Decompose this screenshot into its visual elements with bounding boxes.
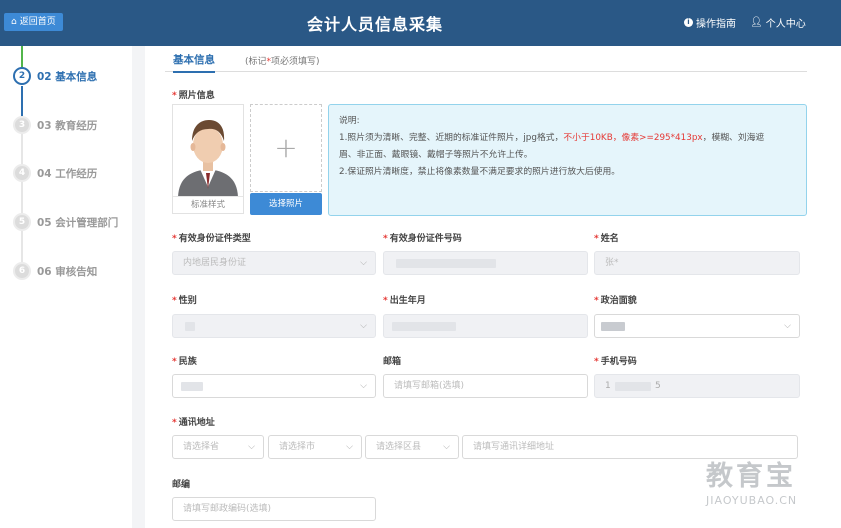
phone-label: * 手机号码 — [594, 357, 637, 367]
id-type-select[interactable]: 内地居民身份证 ⌵ — [172, 251, 376, 275]
step-label: 03 教育经历 — [37, 119, 98, 132]
birth-field[interactable] — [383, 314, 588, 338]
chevron-down-icon: ⌵ — [443, 442, 450, 452]
political-select[interactable]: ⌵ — [594, 314, 800, 338]
tab-basic-info[interactable]: 基本信息 — [173, 52, 215, 73]
address-label: * 通讯地址 — [172, 418, 215, 428]
step-accounting-dept[interactable]: 5 05 会计管理部门 — [13, 213, 118, 231]
province-select[interactable]: 请选择省 ⌵ — [172, 435, 264, 459]
site-watermark: 教育宝 JIAOYUBAO.CN — [706, 461, 798, 507]
step-number: 2 — [13, 67, 31, 85]
guide-link[interactable]: i 操作指南 — [684, 15, 736, 30]
sample-caption: 标准样式 — [173, 196, 243, 213]
info-icon: i — [684, 18, 693, 27]
id-number-label: * 有效身份证件号码 — [383, 234, 462, 244]
phone-field[interactable]: 1 5 — [594, 374, 800, 398]
step-label: 04 工作经历 — [37, 167, 98, 180]
ethnicity-select[interactable]: ⌵ — [172, 374, 376, 398]
step-connector-done — [21, 46, 23, 67]
sample-photo: 标准样式 — [172, 104, 244, 214]
political-label: * 政治面貌 — [594, 296, 637, 306]
step-number: 3 — [13, 116, 31, 134]
user-center-link[interactable]: 👤︎ 个人中心 — [750, 15, 806, 30]
ethnicity-label: * 民族 — [172, 357, 197, 367]
step-education[interactable]: 3 03 教育经历 — [13, 116, 97, 134]
chevron-down-icon: ⌵ — [360, 381, 367, 391]
step-review[interactable]: 6 06 审核告知 — [13, 262, 97, 280]
step-label: 02 基本信息 — [37, 70, 98, 83]
step-number: 5 — [13, 213, 31, 231]
chevron-down-icon: ⌵ — [360, 258, 367, 268]
name-label: * 姓名 — [594, 234, 619, 244]
chevron-down-icon: ⌵ — [360, 321, 367, 331]
email-input[interactable]: 请填写邮箱(选填) — [383, 374, 588, 398]
step-label: 06 审核告知 — [37, 265, 98, 278]
name-field[interactable]: 张* — [594, 251, 800, 275]
sample-portrait-icon — [173, 105, 243, 197]
postcode-label: 邮编 — [172, 480, 191, 490]
step-connector — [21, 134, 23, 166]
step-connector-active — [21, 86, 23, 118]
step-connector — [21, 231, 23, 263]
user-icon: 👤︎ — [750, 17, 763, 28]
photo-label: * 照片信息 — [172, 91, 215, 101]
chevron-down-icon: ⌵ — [248, 442, 255, 452]
page-title: 会计人员信息采集 — [306, 15, 443, 34]
step-sidebar: 2 02 基本信息 3 03 教育经历 4 04 工作经历 5 05 会计管理部… — [0, 46, 132, 528]
choose-photo-button[interactable]: 选择照片 — [250, 193, 322, 215]
step-number: 4 — [13, 164, 31, 182]
gender-label: * 性别 — [172, 296, 197, 306]
step-work[interactable]: 4 04 工作经历 — [13, 164, 97, 182]
photo-notice: 说明: 1.照片须为清晰、完整、近期的标准证件照片，jpg格式，不小于10KB，… — [328, 104, 807, 216]
postcode-input[interactable]: 请填写邮政编码(选填) — [172, 497, 376, 521]
user-center-label: 个人中心 — [765, 19, 806, 30]
chevron-down-icon: ⌵ — [784, 321, 791, 331]
city-select[interactable]: 请选择市 ⌵ — [268, 435, 362, 459]
form-tabs: 基本信息 (标记*项必须填写) — [165, 46, 807, 73]
photo-upload-area[interactable]: + — [250, 104, 322, 192]
email-label: 邮箱 — [383, 357, 402, 367]
step-basic-info[interactable]: 2 02 基本信息 — [13, 67, 97, 85]
chevron-down-icon: ⌵ — [346, 442, 353, 452]
step-connector — [21, 182, 23, 215]
step-label: 05 会计管理部门 — [37, 216, 119, 229]
plus-icon: + — [274, 131, 298, 164]
step-number: 6 — [13, 262, 31, 280]
guide-label: 操作指南 — [696, 19, 736, 30]
id-type-label: * 有效身份证件类型 — [172, 234, 251, 244]
district-select[interactable]: 请选择区县 ⌵ — [365, 435, 459, 459]
id-number-field[interactable] — [383, 251, 588, 275]
birth-label: * 出生年月 — [383, 296, 426, 306]
top-header: ⌂ 返回首页 会计人员信息采集 i 操作指南 👤︎ 个人中心 — [0, 0, 841, 46]
gender-select[interactable]: ⌵ — [172, 314, 376, 338]
required-note: (标记*项必须填写) — [245, 57, 320, 67]
